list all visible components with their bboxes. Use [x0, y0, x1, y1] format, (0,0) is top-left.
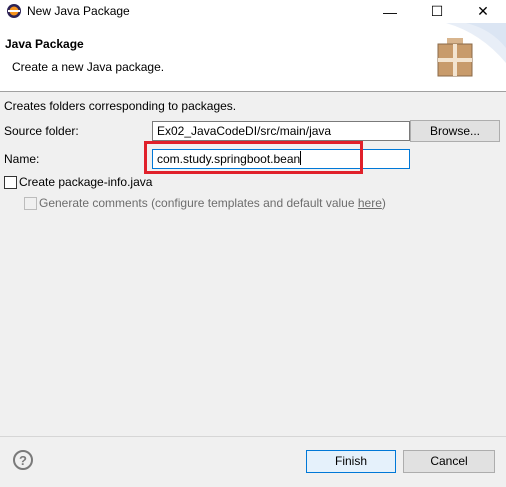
cancel-button[interactable]: Cancel [403, 450, 495, 473]
generate-comments-label: Generate comments [39, 196, 148, 210]
help-icon[interactable]: ? [13, 450, 33, 470]
package-icon [437, 38, 473, 78]
wizard-banner: Java Package Create a new Java package. [0, 23, 506, 92]
banner-description: Create a new Java package. [12, 60, 165, 74]
title-bar: New Java Package — ☐ ✕ [0, 0, 506, 23]
source-folder-input[interactable]: Ex02_JavaCodeDI/src/main/java [152, 121, 410, 141]
generate-comments-hint: (configure templates and default value h… [151, 196, 386, 210]
hint-prefix: (configure templates and default value [151, 196, 358, 210]
highlight-annotation [144, 141, 363, 174]
package-info-checkbox[interactable] [4, 176, 17, 189]
maximize-button[interactable]: ☐ [414, 0, 460, 23]
minimize-button[interactable]: — [367, 0, 413, 23]
hint-suffix: ) [381, 196, 386, 210]
generate-comments-checkbox[interactable] [24, 197, 37, 210]
browse-button[interactable]: Browse... [410, 120, 500, 142]
here-link[interactable]: here [358, 196, 382, 210]
close-button[interactable]: ✕ [460, 0, 506, 23]
name-label: Name: [4, 152, 40, 166]
banner-title: Java Package [5, 37, 84, 51]
generate-comments-row: Generate comments (configure templates a… [39, 196, 386, 210]
source-folder-label: Source folder: [4, 124, 79, 138]
info-text: Creates folders corresponding to package… [4, 99, 237, 113]
finish-button[interactable]: Finish [306, 450, 396, 473]
package-info-label[interactable]: Create package-info.java [19, 175, 152, 189]
window-title: New Java Package [27, 4, 130, 18]
eclipse-app-icon [6, 3, 22, 19]
footer-divider [0, 436, 506, 437]
